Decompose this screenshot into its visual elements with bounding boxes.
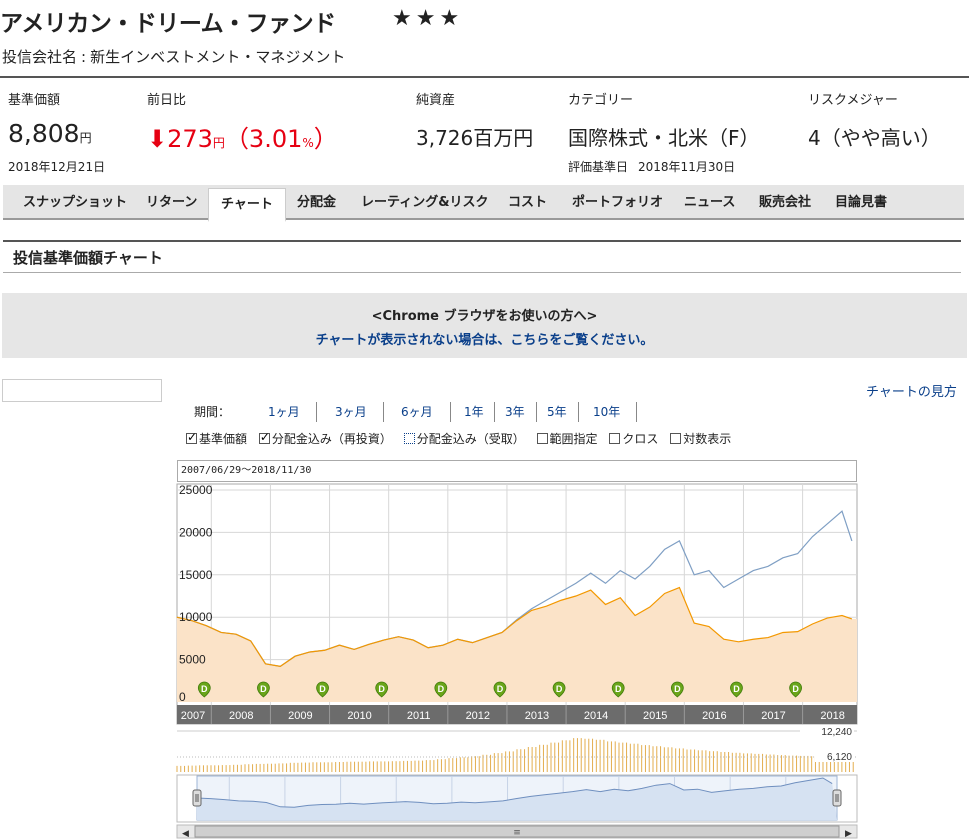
volume-chart: 12,240 6,120 — [176, 725, 857, 772]
dividend-label: D — [792, 684, 799, 694]
dividend-label: D — [615, 684, 622, 694]
x-tick-label: 2015 — [643, 710, 667, 722]
x-tick-label: 2014 — [584, 710, 608, 722]
x-tick-label: 2008 — [229, 710, 253, 722]
dividend-label: D — [260, 684, 267, 694]
dividend-label: D — [378, 684, 385, 694]
dividend-label: D — [319, 684, 326, 694]
x-tick-label: 2009 — [288, 710, 312, 722]
handle-grip — [192, 789, 202, 807]
y-tick-label: 15000 — [179, 568, 213, 582]
y-tick-label: 20000 — [179, 525, 213, 539]
scroll-left-icon[interactable]: ◀ — [182, 829, 189, 839]
y-tick-label: 10000 — [179, 610, 213, 624]
dividend-label: D — [556, 684, 563, 694]
x-tick-label: 2011 — [407, 710, 431, 722]
price-chart[interactable]: 0 5000 10000 15000 20000 25000 D D D D D D D D D D D 20… — [0, 0, 969, 839]
scrollbar-grip-icon: ≡ — [513, 828, 521, 838]
navigator: 2008200920102011201220132014201520162017… — [176, 774, 858, 839]
volume-max-label: 12,240 — [821, 727, 852, 738]
dividend-label: D — [674, 684, 681, 694]
volume-mid-label: 6,120 — [827, 752, 852, 763]
y-tick-label: 0 — [179, 690, 186, 704]
x-tick-label: 2013 — [525, 710, 549, 722]
navigator-left-handle[interactable] — [192, 789, 202, 807]
navigator-right-handle[interactable] — [832, 789, 842, 807]
dividend-label: D — [497, 684, 504, 694]
dividend-label: D — [201, 684, 208, 694]
handle-grip — [832, 789, 842, 807]
x-tick-label: 2012 — [466, 710, 490, 722]
x-tick-label: 2007 — [181, 710, 205, 722]
dividend-label: D — [733, 684, 740, 694]
x-tick-label: 2016 — [702, 710, 726, 722]
x-tick-label: 2018 — [820, 710, 844, 722]
x-tick-label: 2017 — [761, 710, 785, 722]
y-tick-label: 25000 — [179, 483, 213, 497]
y-tick-label: 5000 — [179, 653, 206, 667]
dividend-label: D — [438, 684, 445, 694]
x-tick-label: 2010 — [347, 710, 371, 722]
year-axis-band — [177, 705, 857, 724]
scroll-right-icon[interactable]: ▶ — [845, 829, 852, 839]
